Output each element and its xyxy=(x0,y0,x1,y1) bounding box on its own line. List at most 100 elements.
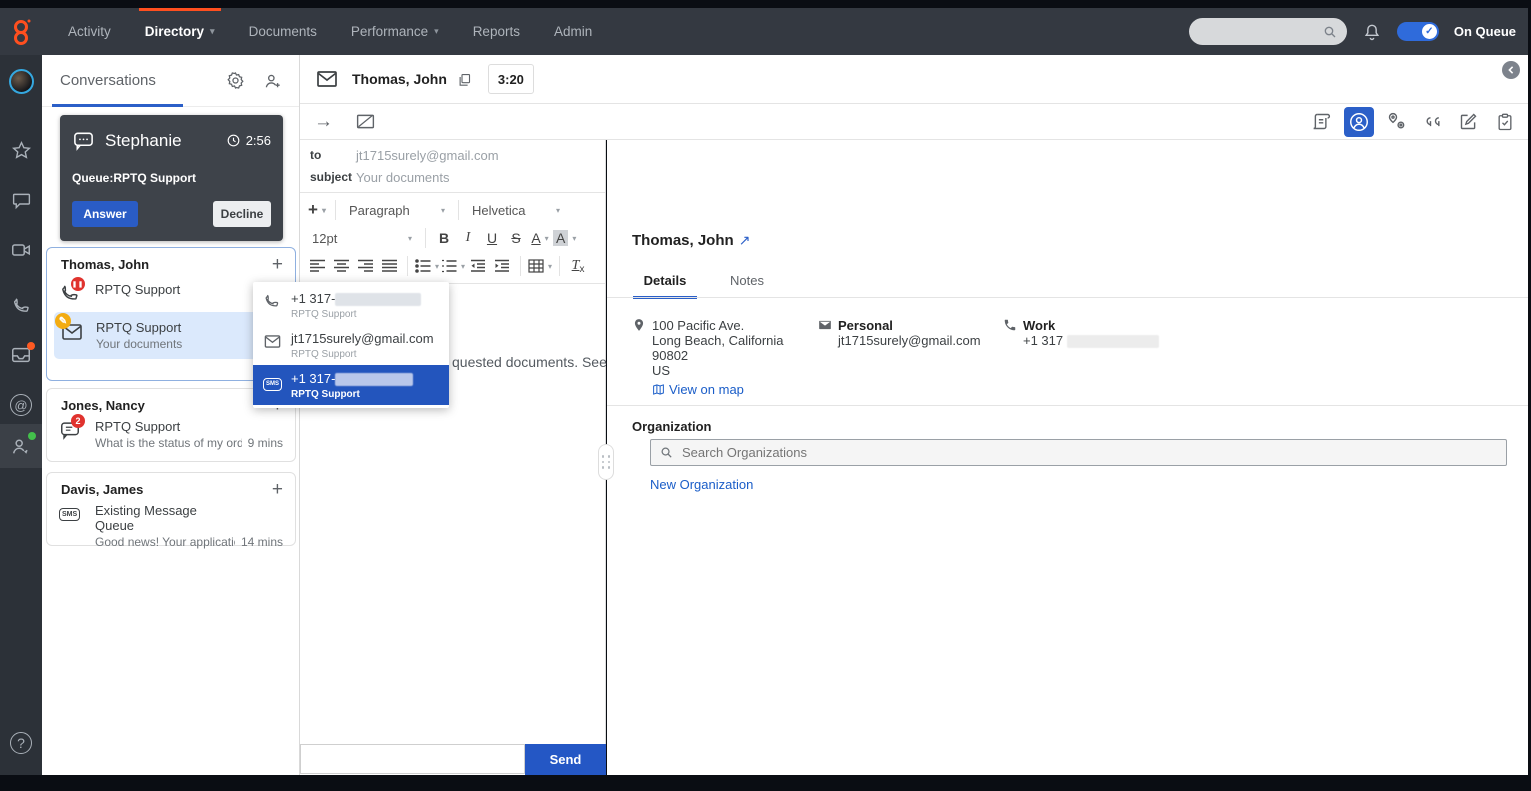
phone-icon[interactable] xyxy=(0,283,42,327)
menu-item-call[interactable]: +1 317- RPTQ Support xyxy=(253,285,449,325)
interaction-toolbar-band: → xyxy=(300,104,1528,140)
clear-t-glyph: T xyxy=(572,258,580,274)
subject-label: subject xyxy=(310,170,356,184)
nav-item-documents[interactable]: Documents xyxy=(235,8,331,55)
bullet-list-button[interactable]: ▾ xyxy=(415,255,439,277)
to-field[interactable]: jt1715surely@gmail.com xyxy=(356,148,499,163)
genesys-logo-icon xyxy=(0,16,44,48)
strikethrough-button[interactable]: S xyxy=(505,227,527,249)
settings-gear-icon[interactable] xyxy=(226,71,245,90)
clock-icon xyxy=(226,133,241,148)
user-avatar[interactable] xyxy=(0,59,42,103)
collapse-panel-button[interactable] xyxy=(1502,61,1520,79)
text-color-button[interactable]: A▾ xyxy=(529,227,551,249)
interactions-people-icon[interactable] xyxy=(0,424,42,468)
font-size-select[interactable]: 12pt▾ xyxy=(306,231,418,246)
responses-quotes-icon[interactable] xyxy=(1419,108,1446,135)
notes-edit-icon[interactable] xyxy=(1455,108,1482,135)
nav-item-reports[interactable]: Reports xyxy=(459,8,534,55)
email-icon xyxy=(818,318,832,332)
nav-menu: Activity Directory▾ Documents Performanc… xyxy=(54,8,606,55)
compose-email-icon[interactable] xyxy=(355,111,376,132)
align-center-button[interactable] xyxy=(330,255,352,277)
chevron-down-icon: ▾ xyxy=(572,234,576,243)
insert-plus-button[interactable]: +▾ xyxy=(306,199,328,221)
nav-item-directory[interactable]: Directory▾ xyxy=(131,8,229,55)
paragraph-style-select[interactable]: Paragraph▾ xyxy=(343,203,451,218)
nav-item-activity[interactable]: Activity xyxy=(54,8,125,55)
new-organization-link[interactable]: New Organization xyxy=(650,477,753,492)
address-line3: US xyxy=(652,363,812,378)
global-search-input[interactable] xyxy=(1189,18,1347,45)
notifications-bell-icon[interactable] xyxy=(1362,22,1382,42)
video-call-icon[interactable] xyxy=(0,228,42,272)
profile-tools-cluster xyxy=(1308,107,1518,137)
forward-arrow-icon[interactable]: → xyxy=(314,111,333,133)
menu-item-email[interactable]: jt1715surely@gmail.com RPTQ Support xyxy=(253,325,449,365)
highlight-color-button[interactable]: A▾ xyxy=(553,227,576,249)
email-body-text[interactable]: quested documents. See xyxy=(452,354,607,370)
answer-button[interactable]: Answer xyxy=(72,201,138,227)
journey-map-icon[interactable] xyxy=(1383,108,1410,135)
work-phone-block: Work +1 317 xyxy=(1003,318,1203,348)
view-on-map-link[interactable]: View on map xyxy=(652,382,812,397)
help-glyph: ? xyxy=(10,732,32,754)
email-icon: ✎ xyxy=(60,320,86,344)
wrapup-clipboard-icon[interactable] xyxy=(1491,108,1518,135)
on-queue-label: On Queue xyxy=(1454,24,1516,39)
chevron-down-icon: ▾ xyxy=(461,262,465,271)
inbox-icon[interactable] xyxy=(0,333,42,377)
interaction-preview: What is the status of my order? ... xyxy=(95,436,242,450)
organization-search[interactable] xyxy=(650,439,1507,466)
chat-bubble-icon[interactable] xyxy=(0,178,42,222)
organization-search-input[interactable] xyxy=(682,445,982,460)
align-right-button[interactable] xyxy=(354,255,376,277)
numbered-list-button[interactable]: ▾ xyxy=(441,255,465,277)
tab-notes[interactable]: Notes xyxy=(715,273,779,299)
align-left-button[interactable] xyxy=(306,255,328,277)
outdent-button[interactable] xyxy=(467,255,489,277)
search-icon xyxy=(1322,24,1338,40)
tab-details[interactable]: Details xyxy=(633,273,697,299)
subject-field[interactable]: Your documents xyxy=(356,170,449,185)
align-justify-button[interactable] xyxy=(378,255,400,277)
nav-right-cluster: ✓ On Queue xyxy=(1189,8,1516,55)
nav-item-admin[interactable]: Admin xyxy=(540,8,606,55)
mentions-at-icon[interactable]: @ xyxy=(0,383,42,427)
open-external-icon[interactable]: ↗ xyxy=(739,232,751,248)
bold-button[interactable]: B xyxy=(433,227,455,249)
add-interaction-button[interactable]: + xyxy=(272,483,283,497)
copy-icon[interactable] xyxy=(457,72,472,87)
add-interaction-button[interactable]: + xyxy=(272,258,283,272)
clear-x-glyph: x xyxy=(579,264,584,275)
address-line1: 100 Pacific Ave. xyxy=(652,318,812,333)
menu-item-sms-selected[interactable]: SMS +1 317- RPTQ Support xyxy=(253,365,449,405)
indent-button[interactable] xyxy=(491,255,513,277)
send-button[interactable]: Send xyxy=(525,744,606,775)
italic-button[interactable]: I xyxy=(457,227,479,249)
interaction-row-sms[interactable]: SMS Existing Message Queue Good news! Yo… xyxy=(47,501,295,555)
nav-label: Admin xyxy=(554,24,592,39)
on-queue-toggle[interactable]: ✓ xyxy=(1397,22,1439,41)
add-person-icon[interactable] xyxy=(263,71,283,91)
attachment-input[interactable] xyxy=(300,744,525,774)
nav-item-performance[interactable]: Performance▾ xyxy=(337,8,453,55)
favorites-star-icon[interactable] xyxy=(0,128,42,172)
font-family-select[interactable]: Helvetica▾ xyxy=(466,203,566,218)
toggle-knob: ✓ xyxy=(1422,24,1437,39)
underline-button[interactable]: U xyxy=(481,227,503,249)
clear-formatting-button[interactable]: Tx xyxy=(567,255,589,277)
help-icon[interactable]: ? xyxy=(0,721,42,765)
contact-profile-panel: Thomas, John↗ Details Notes 100 Pacific … xyxy=(607,140,1528,775)
conversations-title: Conversations xyxy=(60,72,156,89)
interaction-row-message[interactable]: 2 RPTQ Support What is the status of my … xyxy=(47,417,295,456)
script-icon[interactable] xyxy=(1308,108,1335,135)
panel-resize-handle[interactable] xyxy=(598,444,614,480)
email-compose-panel: to jt1715surely@gmail.com subject Your d… xyxy=(300,140,606,775)
table-button[interactable]: ▾ xyxy=(528,255,552,277)
profile-tab-icon[interactable] xyxy=(1344,107,1374,137)
decline-button[interactable]: Decline xyxy=(213,201,271,227)
unread-count-badge: 2 xyxy=(71,414,85,428)
active-tab-indicator xyxy=(52,104,183,107)
interaction-age: 14 mins xyxy=(241,535,283,549)
